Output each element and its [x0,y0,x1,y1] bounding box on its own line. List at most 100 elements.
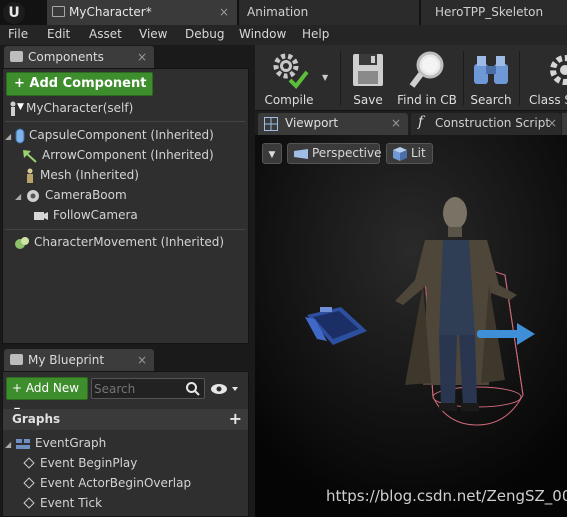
component-label: CharacterMovement (Inherited) [34,235,225,249]
add-graph-plus-icon[interactable]: + [229,409,242,428]
chevron-down-icon[interactable]: ▼ [322,73,328,82]
arrow-icon [23,149,37,163]
doc-tab-mycharacter[interactable]: MyCharacter* × [47,0,237,25]
menu-view[interactable]: View [139,27,167,41]
tab-construction-script[interactable]: f Construction Script × [411,113,561,135]
component-label: FollowCamera [53,208,138,222]
doc-tab-skeleton[interactable]: HeroTPP_Skeleton [421,0,567,25]
divider [5,229,245,230]
event-item-beginplay[interactable]: Event BeginPlay [23,454,138,472]
watermark-text: https://blog.csdn.net/ZengSZ_00 [326,487,567,505]
close-icon[interactable]: × [391,116,401,130]
expand-arrow-icon[interactable]: ◢ [15,192,21,201]
class-settings-label: Class S [529,93,567,107]
find-in-cb-button[interactable]: Find in CB [395,48,459,108]
compile-button[interactable]: Compile [258,48,320,108]
blueprint-search-box[interactable] [91,378,205,399]
class-settings-button[interactable]: Class S [523,48,567,108]
graphs-label: Graphs [12,412,61,426]
search-toolbar-button[interactable]: Search [467,48,515,108]
graph-label: EventGraph [34,436,107,450]
menu-bar: File Edit Asset View Debug Window Help [0,25,567,45]
menu-edit[interactable]: Edit [47,27,70,41]
mesh-icon [27,168,33,183]
save-disk-icon [353,54,383,86]
event-label: Event BeginPlay [40,456,138,470]
viewport-grid-icon [264,117,278,131]
menu-asset[interactable]: Asset [89,27,122,41]
save-button[interactable]: Save [345,48,391,108]
components-tab-icon [10,51,23,62]
find-in-cb-label: Find in CB [397,93,457,107]
hidden-tab-edge[interactable] [562,113,567,135]
viewport-tab-label: Viewport [285,116,339,130]
expand-arrow-icon[interactable]: ◢ [5,440,11,449]
add-component-label: + Add Component [14,76,147,91]
graphs-header[interactable]: Graphs + [3,409,248,430]
menu-help[interactable]: Help [302,27,329,41]
event-diamond-icon [23,497,35,509]
movement-icon [15,236,29,249]
search-input[interactable] [94,380,182,397]
tab-viewport[interactable]: Viewport × [258,113,408,135]
perspective-button[interactable]: Perspective [287,143,382,164]
component-label: Mesh (Inherited) [40,168,139,182]
event-label: Event Tick [40,496,103,510]
viewport-options-button[interactable]: ▼ [262,143,282,164]
doc-tab-label: Animation [247,5,309,19]
component-item-capsule[interactable]: ◢ CapsuleComponent (Inherited) [5,126,214,144]
unreal-logo-icon: U [3,2,25,24]
editor-tab-bar: Viewport × f Construction Script × [255,111,567,135]
chevron-down-icon: ▼ [268,150,276,160]
component-item-mesh[interactable]: Mesh (Inherited) [24,166,139,184]
event-item-tick[interactable]: Event Tick [23,494,103,512]
viewport-canvas[interactable]: ▼ Perspective Lit https://blog.csdn.net/… [255,135,567,517]
construction-script-label: Construction Script [435,116,551,130]
menu-debug[interactable]: Debug [185,27,224,41]
lit-cube-icon [393,147,407,161]
component-item-arrow[interactable]: ArrowComponent (Inherited) [22,146,214,164]
event-graph-icon [15,438,30,449]
search-label: Search [470,93,512,107]
close-icon[interactable]: × [137,46,147,68]
close-icon[interactable]: × [137,349,147,371]
doc-tab-label: HeroTPP_Skeleton [435,5,544,19]
add-component-button[interactable]: + Add Component ▼ [6,72,153,112]
title-bar: U MyCharacter* × Animation HeroTPP_Skele… [0,0,567,25]
perspective-icon [294,149,308,159]
expand-arrow-icon[interactable]: ◢ [5,132,11,141]
function-icon: f [418,114,424,130]
toolbar-separator [463,51,464,105]
component-label: CapsuleComponent (Inherited) [28,128,214,142]
person-icon [10,101,16,116]
perspective-label: Perspective [312,146,382,160]
close-icon[interactable]: × [547,116,557,130]
compile-label: Compile [264,93,314,107]
blueprint-toolbar: Compile ▼ Save Find in CB Search Class S [255,45,567,111]
visibility-eye-icon[interactable] [210,383,240,395]
find-magnifier-icon [409,51,444,88]
search-binoculars-icon [474,56,508,84]
blueprint-tab-icon [10,354,23,365]
event-diamond-icon [23,457,35,469]
lit-button[interactable]: Lit [386,143,433,164]
lit-label: Lit [411,146,426,160]
tab-components[interactable]: Components × [4,46,154,68]
toolbar-separator [519,51,520,105]
close-icon[interactable]: × [219,0,229,24]
menu-window[interactable]: Window [239,27,286,41]
menu-file[interactable]: File [8,27,28,41]
search-icon[interactable] [185,381,201,397]
component-item-self[interactable]: MyCharacter(self) [8,99,133,117]
graph-item-eventgraph[interactable]: ◢ EventGraph [5,434,106,452]
add-new-button[interactable]: + Add New ▼ [6,377,88,415]
event-diamond-icon [23,477,35,489]
doc-tab-animation[interactable]: Animation [239,0,419,25]
component-item-movement[interactable]: CharacterMovement (Inherited) [14,233,224,251]
tab-my-blueprint[interactable]: My Blueprint × [4,349,154,371]
event-item-beginoverlap[interactable]: Event ActorBeginOverlap [23,474,191,492]
blueprint-title: My Blueprint [28,353,105,367]
component-label: ArrowComponent (Inherited) [42,148,214,162]
component-item-followcamera[interactable]: FollowCamera [33,206,138,224]
component-item-cameraboom[interactable]: ◢ CameraBoom [15,186,127,204]
